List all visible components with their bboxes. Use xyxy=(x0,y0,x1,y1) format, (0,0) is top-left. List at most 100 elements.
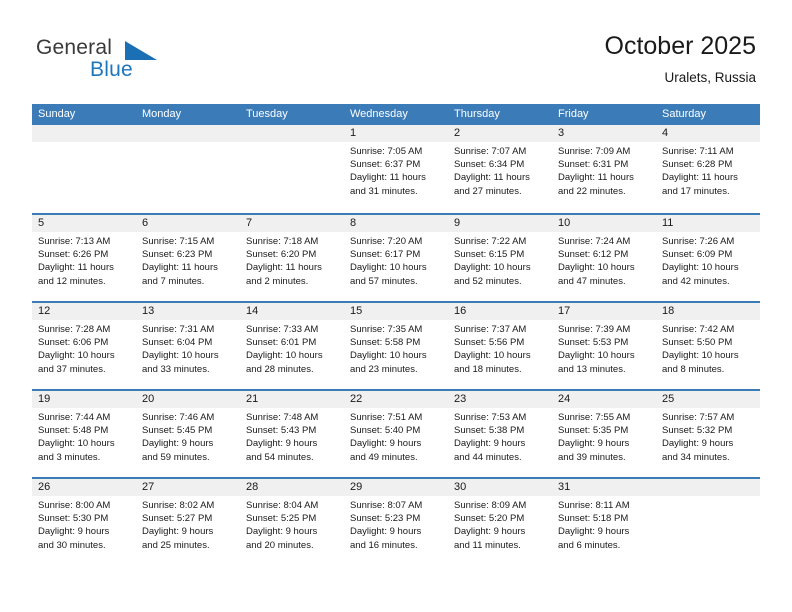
calendar-week-row: 19 Sunrise: 7:44 AM Sunset: 5:48 PM Dayligh… xyxy=(32,389,760,477)
day-number: 17 xyxy=(552,303,656,320)
daylight-text-line1: Daylight: 9 hours xyxy=(350,438,422,450)
daylight-text-line1: Daylight: 9 hours xyxy=(558,438,630,450)
sunset-text: Sunset: 6:37 PM xyxy=(350,159,421,171)
day-sun-info: Sunrise: 7:57 AM Sunset: 5:32 PM Daylight:… xyxy=(656,408,760,464)
sunrise-text: Sunrise: 7:35 AM xyxy=(350,324,423,335)
day-sun-info: Sunrise: 7:24 AM Sunset: 6:12 PM Daylight:… xyxy=(552,232,656,288)
day-sun-info: Sunrise: 8:09 AM Sunset: 5:20 PM Daylight:… xyxy=(448,496,552,552)
daylight-text-line2: and 57 minutes. xyxy=(350,275,418,287)
daylight-text-line1: Daylight: 9 hours xyxy=(246,526,318,538)
sunrise-text: Sunrise: 7:44 AM xyxy=(38,412,111,423)
calendar-day-cell[interactable]: 24 Sunrise: 7:55 AM Sunset: 5:35 PM Dayligh… xyxy=(552,391,656,477)
calendar-day-cell[interactable]: 7 Sunrise: 7:18 AM Sunset: 6:20 PM Daylight… xyxy=(240,215,344,301)
calendar-day-cell[interactable]: 25 Sunrise: 7:57 AM Sunset: 5:32 PM Dayligh… xyxy=(656,391,760,477)
calendar-day-cell[interactable]: 3 Sunrise: 7:09 AM Sunset: 6:31 PM Daylight… xyxy=(552,125,656,213)
calendar-day-cell[interactable]: 30 Sunrise: 8:09 AM Sunset: 5:20 PM Dayligh… xyxy=(448,479,552,565)
calendar-day-cell-empty xyxy=(240,125,344,213)
weekday-header-friday: Friday xyxy=(558,108,589,120)
daylight-text-line2: and 25 minutes. xyxy=(142,539,210,551)
day-number xyxy=(656,479,760,496)
day-number: 29 xyxy=(344,479,448,496)
sunrise-text: Sunrise: 8:04 AM xyxy=(246,500,319,511)
calendar-day-cell[interactable]: 26 Sunrise: 8:00 AM Sunset: 5:30 PM Dayligh… xyxy=(32,479,136,565)
daylight-text-line1: Daylight: 10 hours xyxy=(142,350,219,362)
daylight-text-line2: and 22 minutes. xyxy=(558,185,626,197)
calendar-day-cell[interactable]: 9 Sunrise: 7:22 AM Sunset: 6:15 PM Daylight… xyxy=(448,215,552,301)
daylight-text-line1: Daylight: 10 hours xyxy=(350,350,427,362)
day-number: 22 xyxy=(344,391,448,408)
daylight-text-line1: Daylight: 11 hours xyxy=(142,262,218,274)
calendar-day-cell[interactable]: 8 Sunrise: 7:20 AM Sunset: 6:17 PM Daylight… xyxy=(344,215,448,301)
day-number: 7 xyxy=(240,215,344,232)
day-number: 31 xyxy=(552,479,656,496)
daylight-text-line1: Daylight: 11 hours xyxy=(454,172,530,184)
calendar-day-cell[interactable]: 14 Sunrise: 7:33 AM Sunset: 6:01 PM Dayligh… xyxy=(240,303,344,389)
daylight-text-line2: and 16 minutes. xyxy=(350,539,418,551)
calendar-day-cell[interactable]: 2 Sunrise: 7:07 AM Sunset: 6:34 PM Daylight… xyxy=(448,125,552,213)
calendar-day-cell[interactable]: 11 Sunrise: 7:26 AM Sunset: 6:09 PM Dayligh… xyxy=(656,215,760,301)
logo-text-blue: Blue xyxy=(90,58,133,81)
calendar-day-cell[interactable]: 27 Sunrise: 8:02 AM Sunset: 5:27 PM Dayligh… xyxy=(136,479,240,565)
daylight-text-line2: and 3 minutes. xyxy=(38,451,101,463)
weekday-header-row: Sunday Monday Tuesday Wednesday Thursday Frid… xyxy=(32,104,760,125)
day-number: 14 xyxy=(240,303,344,320)
sunset-text: Sunset: 5:53 PM xyxy=(558,337,629,349)
calendar-day-cell[interactable]: 28 Sunrise: 8:04 AM Sunset: 5:25 PM Dayligh… xyxy=(240,479,344,565)
sunset-text: Sunset: 5:30 PM xyxy=(38,513,109,525)
daylight-text-line1: Daylight: 11 hours xyxy=(38,262,114,274)
daylight-text-line1: Daylight: 11 hours xyxy=(558,172,634,184)
day-sun-info: Sunrise: 7:31 AM Sunset: 6:04 PM Daylight:… xyxy=(136,320,240,376)
calendar-day-cell[interactable]: 5 Sunrise: 7:13 AM Sunset: 6:26 PM Daylight… xyxy=(32,215,136,301)
calendar-day-cell[interactable]: 12 Sunrise: 7:28 AM Sunset: 6:06 PM Dayligh… xyxy=(32,303,136,389)
day-sun-info: Sunrise: 7:44 AM Sunset: 5:48 PM Daylight:… xyxy=(32,408,136,464)
daylight-text-line1: Daylight: 9 hours xyxy=(350,526,422,538)
sunrise-text: Sunrise: 7:28 AM xyxy=(38,324,111,335)
general-blue-logo[interactable]: General Blue xyxy=(36,36,216,92)
sunrise-text: Sunrise: 7:31 AM xyxy=(142,324,215,335)
sunrise-text: Sunrise: 7:46 AM xyxy=(142,412,215,423)
day-sun-info: Sunrise: 7:55 AM Sunset: 5:35 PM Daylight:… xyxy=(552,408,656,464)
calendar-day-cell[interactable]: 29 Sunrise: 8:07 AM Sunset: 5:23 PM Dayligh… xyxy=(344,479,448,565)
calendar-day-cell-empty xyxy=(656,479,760,565)
day-number: 25 xyxy=(656,391,760,408)
sunset-text: Sunset: 5:35 PM xyxy=(558,425,629,437)
day-sun-info: Sunrise: 7:53 AM Sunset: 5:38 PM Daylight:… xyxy=(448,408,552,464)
calendar-day-cell[interactable]: 18 Sunrise: 7:42 AM Sunset: 5:50 PM Dayligh… xyxy=(656,303,760,389)
calendar-day-cell[interactable]: 21 Sunrise: 7:48 AM Sunset: 5:43 PM Dayligh… xyxy=(240,391,344,477)
day-sun-info: Sunrise: 8:07 AM Sunset: 5:23 PM Daylight:… xyxy=(344,496,448,552)
day-sun-info: Sunrise: 7:33 AM Sunset: 6:01 PM Daylight:… xyxy=(240,320,344,376)
weekday-header-thursday: Thursday xyxy=(454,108,500,120)
day-sun-info: Sunrise: 7:15 AM Sunset: 6:23 PM Daylight:… xyxy=(136,232,240,288)
calendar-grid: Sunday Monday Tuesday Wednesday Thursday Frid… xyxy=(32,104,760,565)
day-number: 5 xyxy=(32,215,136,232)
calendar-day-cell-empty xyxy=(32,125,136,213)
sunset-text: Sunset: 6:06 PM xyxy=(38,337,109,349)
calendar-day-cell[interactable]: 20 Sunrise: 7:46 AM Sunset: 5:45 PM Dayligh… xyxy=(136,391,240,477)
calendar-day-cell[interactable]: 15 Sunrise: 7:35 AM Sunset: 5:58 PM Dayligh… xyxy=(344,303,448,389)
calendar-day-cell[interactable]: 13 Sunrise: 7:31 AM Sunset: 6:04 PM Dayligh… xyxy=(136,303,240,389)
calendar-day-cell[interactable]: 1 Sunrise: 7:05 AM Sunset: 6:37 PM Daylight… xyxy=(344,125,448,213)
calendar-day-cell[interactable]: 4 Sunrise: 7:11 AM Sunset: 6:28 PM Daylight… xyxy=(656,125,760,213)
calendar-day-cell[interactable]: 6 Sunrise: 7:15 AM Sunset: 6:23 PM Daylight… xyxy=(136,215,240,301)
daylight-text-line2: and 31 minutes. xyxy=(350,185,418,197)
calendar-day-cell[interactable]: 23 Sunrise: 7:53 AM Sunset: 5:38 PM Dayligh… xyxy=(448,391,552,477)
day-sun-info: Sunrise: 8:11 AM Sunset: 5:18 PM Daylight:… xyxy=(552,496,656,552)
calendar-day-cell[interactable]: 19 Sunrise: 7:44 AM Sunset: 5:48 PM Dayligh… xyxy=(32,391,136,477)
sunset-text: Sunset: 6:31 PM xyxy=(558,159,629,171)
calendar-day-cell[interactable]: 31 Sunrise: 8:11 AM Sunset: 5:18 PM Dayligh… xyxy=(552,479,656,565)
calendar-day-cell[interactable]: 17 Sunrise: 7:39 AM Sunset: 5:53 PM Dayligh… xyxy=(552,303,656,389)
sunset-text: Sunset: 5:43 PM xyxy=(246,425,317,437)
daylight-text-line1: Daylight: 10 hours xyxy=(662,262,739,274)
daylight-text-line2: and 28 minutes. xyxy=(246,363,314,375)
sunset-text: Sunset: 5:23 PM xyxy=(350,513,421,525)
daylight-text-line2: and 33 minutes. xyxy=(142,363,210,375)
calendar-day-cell[interactable]: 22 Sunrise: 7:51 AM Sunset: 5:40 PM Dayligh… xyxy=(344,391,448,477)
sunset-text: Sunset: 6:01 PM xyxy=(246,337,317,349)
day-sun-info: Sunrise: 7:28 AM Sunset: 6:06 PM Daylight:… xyxy=(32,320,136,376)
page-title: October 2025 xyxy=(604,32,757,60)
calendar-day-cell[interactable]: 10 Sunrise: 7:24 AM Sunset: 6:12 PM Dayligh… xyxy=(552,215,656,301)
sunset-text: Sunset: 5:18 PM xyxy=(558,513,629,525)
day-sun-info: Sunrise: 7:11 AM Sunset: 6:28 PM Daylight:… xyxy=(656,142,760,198)
calendar-day-cell[interactable]: 16 Sunrise: 7:37 AM Sunset: 5:56 PM Dayligh… xyxy=(448,303,552,389)
day-sun-info: Sunrise: 7:07 AM Sunset: 6:34 PM Daylight:… xyxy=(448,142,552,198)
